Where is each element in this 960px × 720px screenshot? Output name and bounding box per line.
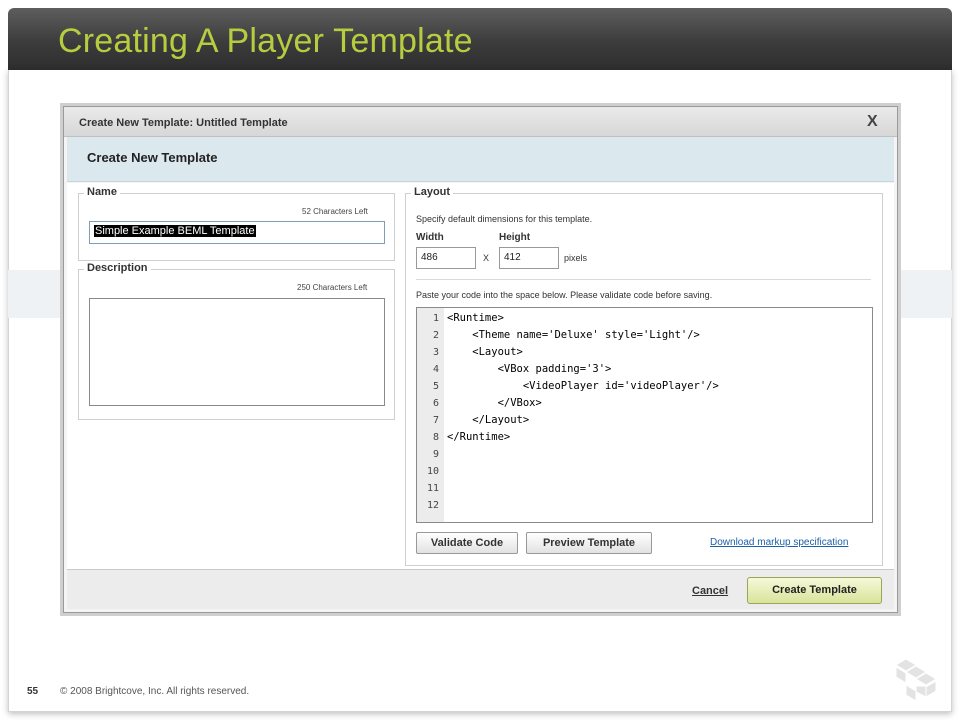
layout-fieldset: Layout Specify default dimensions for th… (405, 186, 883, 566)
description-legend: Description (84, 262, 151, 274)
code-line: </Runtime> (447, 431, 511, 443)
page-number: 55 (27, 686, 39, 697)
dialog-footer: Cancel Create Template (67, 569, 894, 609)
code-line: <Layout> (447, 346, 523, 358)
code-line: </Layout> (447, 414, 530, 426)
create-template-button[interactable]: Create Template (747, 577, 882, 604)
create-template-dialog: Create New Template: Untitled Template X… (63, 106, 898, 613)
code-line: </VBox> (447, 397, 542, 409)
description-chars-left: 250 Characters Left (297, 283, 368, 292)
template-name-value: Simple Example BEML Template (94, 225, 256, 237)
layout-divider (416, 279, 871, 280)
copyright-notice: © 2008 Brightcove, Inc. All rights reser… (60, 686, 250, 697)
code-instructions: Paste your code into the space below. Pl… (416, 290, 713, 300)
line-number: 4 (432, 364, 439, 375)
brightcove-logo-icon (895, 659, 937, 702)
preview-template-button[interactable]: Preview Template (526, 532, 652, 554)
line-number: 10 (426, 466, 439, 477)
line-number: 5 (432, 381, 439, 392)
dialog-titlebar: Create New Template: Untitled Template X (64, 107, 897, 137)
line-number: 11 (426, 483, 439, 494)
dimension-separator: X (483, 253, 490, 263)
dialog-content: Name 52 Characters Left Simple Example B… (67, 183, 894, 569)
layout-legend: Layout (411, 186, 454, 198)
line-number: 12 (426, 500, 439, 511)
line-number: 1 (432, 313, 439, 324)
width-input[interactable]: 486 (416, 247, 476, 269)
name-fieldset: Name 52 Characters Left Simple Example B… (78, 186, 395, 261)
background-band-right (897, 270, 952, 318)
validate-code-button[interactable]: Validate Code (416, 532, 518, 554)
code-line: <VideoPlayer id='videoPlayer'/> (447, 380, 719, 392)
code-line: <Theme name='Deluxe' style='Light'/> (447, 329, 700, 341)
height-label: Height (499, 232, 531, 243)
slide-title: Creating A Player Template (58, 22, 473, 60)
dimensions-instructions: Specify default dimensions for this temp… (416, 214, 593, 224)
description-fieldset: Description 250 Characters Left (78, 262, 395, 420)
dialog-heading: Create New Template (87, 150, 218, 165)
dialog-heading-band: Create New Template (67, 137, 894, 182)
close-icon[interactable]: X (867, 113, 878, 131)
name-chars-left: 52 Characters Left (302, 207, 368, 216)
dialog-title: Create New Template: Untitled Template (79, 117, 288, 129)
template-name-input[interactable]: Simple Example BEML Template (89, 221, 385, 244)
name-legend: Name (84, 186, 120, 198)
line-number: 3 (432, 347, 439, 358)
line-number: 9 (432, 449, 439, 460)
line-number: 6 (432, 398, 439, 409)
code-editor[interactable]: 1 <Runtime> 2 <Theme name='Deluxe' style='… (416, 307, 873, 523)
line-number: 7 (432, 415, 439, 426)
download-markup-spec-link[interactable]: Download markup specification (710, 537, 848, 548)
line-number: 8 (432, 432, 439, 443)
description-textarea[interactable] (89, 298, 385, 406)
height-input[interactable]: 412 (499, 247, 559, 269)
code-line: <Runtime> (447, 312, 504, 324)
code-line: <VBox padding='3'> (447, 363, 612, 375)
background-band-left (8, 270, 64, 318)
line-number: 2 (432, 330, 439, 341)
cancel-button[interactable]: Cancel (692, 585, 728, 597)
width-label: Width (416, 232, 444, 243)
pixels-unit: pixels (564, 253, 588, 263)
